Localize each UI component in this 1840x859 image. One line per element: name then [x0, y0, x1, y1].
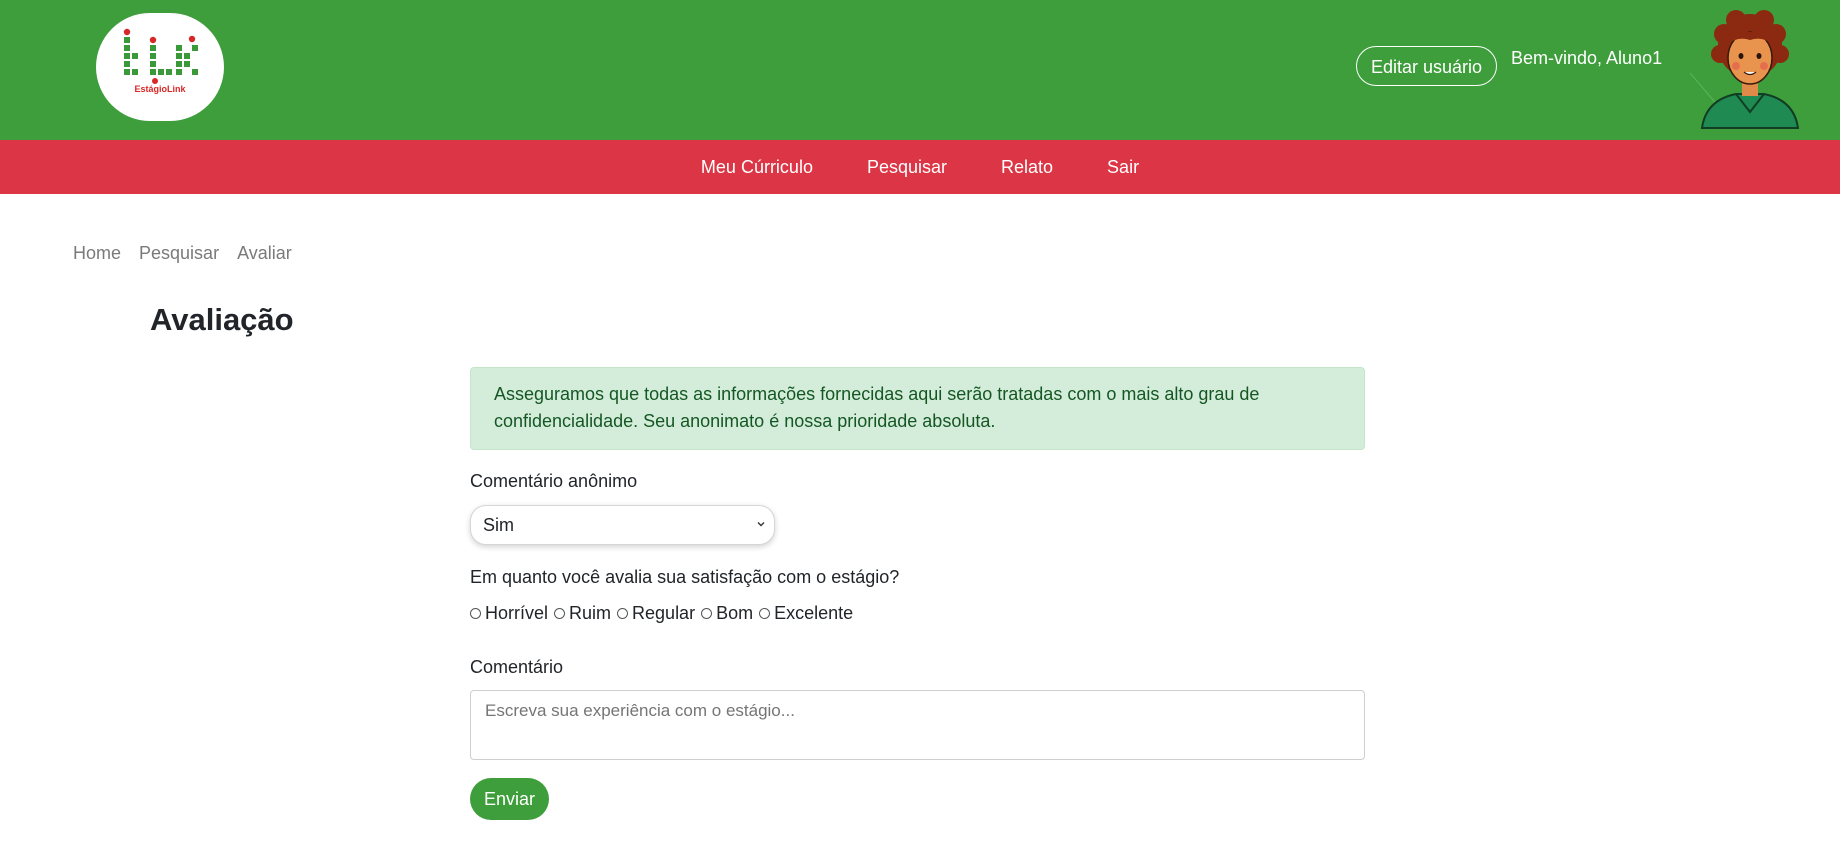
page-title: Avaliação	[150, 302, 294, 337]
main-nav: Meu Cúrriculo Pesquisar Relato Sair	[0, 140, 1840, 194]
satisfaction-question: Em quanto você avalia sua satisfação com…	[470, 567, 900, 587]
rating-label: Bom	[716, 603, 754, 623]
chevron-down-icon	[756, 506, 766, 544]
confidentiality-alert: Asseguramos que todas as informações for…	[470, 367, 1365, 450]
rating-label: Regular	[632, 603, 696, 623]
rating-label: Excelente	[774, 603, 854, 623]
nav-item-sair[interactable]: Sair	[1080, 157, 1166, 178]
rating-label: Ruim	[569, 603, 612, 623]
breadcrumb-pesquisar[interactable]: Pesquisar	[139, 243, 219, 264]
rating-option-horrivel[interactable]: Horrível	[470, 603, 548, 624]
evaluation-form: Asseguramos que todas as informações for…	[470, 367, 1365, 820]
submit-button[interactable]: Enviar	[470, 778, 550, 820]
avatar[interactable]	[1690, 8, 1810, 136]
rating-option-ruim[interactable]: Ruim	[554, 603, 611, 624]
rating-option-bom[interactable]: Bom	[701, 603, 753, 624]
rating-option-excelente[interactable]: Excelente	[759, 603, 853, 624]
edit-user-button[interactable]: Editar usuário	[1356, 46, 1498, 86]
nav-item-relato[interactable]: Relato	[974, 157, 1080, 178]
logo[interactable]: EstágioLink	[96, 13, 224, 121]
anonymous-select[interactable]: Sim	[470, 505, 775, 545]
breadcrumb-home[interactable]: Home	[73, 243, 121, 264]
breadcrumb: Home Pesquisar Avaliar	[73, 243, 292, 264]
estagiolink-logo-icon: EstágioLink	[123, 28, 198, 94]
anonymous-select-value: Sim	[483, 515, 514, 535]
radio-button[interactable]	[617, 608, 629, 619]
radio-button[interactable]	[470, 608, 481, 619]
satisfaction-rating-group: Horrível Ruim Regular Bom Excelente	[470, 603, 859, 624]
radio-button[interactable]	[701, 608, 713, 619]
top-header: EstágioLink Editar usuário Bem-vindo, Al…	[0, 0, 1840, 140]
rating-option-regular[interactable]: Regular	[617, 603, 695, 624]
radio-button[interactable]	[759, 608, 771, 619]
welcome-text: Bem-vindo, Aluno1	[1511, 48, 1663, 68]
comment-label: Comentário	[470, 657, 564, 677]
breadcrumb-avaliar[interactable]: Avaliar	[237, 243, 292, 264]
svg-text:EstágioLink: EstágioLink	[134, 84, 186, 94]
nav-item-pesquisar[interactable]: Pesquisar	[840, 157, 974, 178]
radio-button[interactable]	[554, 608, 566, 619]
nav-item-meu-curriculo[interactable]: Meu Cúrriculo	[674, 157, 840, 178]
anonymous-comment-label: Comentário anônimo	[470, 471, 638, 491]
comment-textarea[interactable]	[470, 690, 1365, 760]
rating-label: Horrível	[485, 603, 549, 623]
